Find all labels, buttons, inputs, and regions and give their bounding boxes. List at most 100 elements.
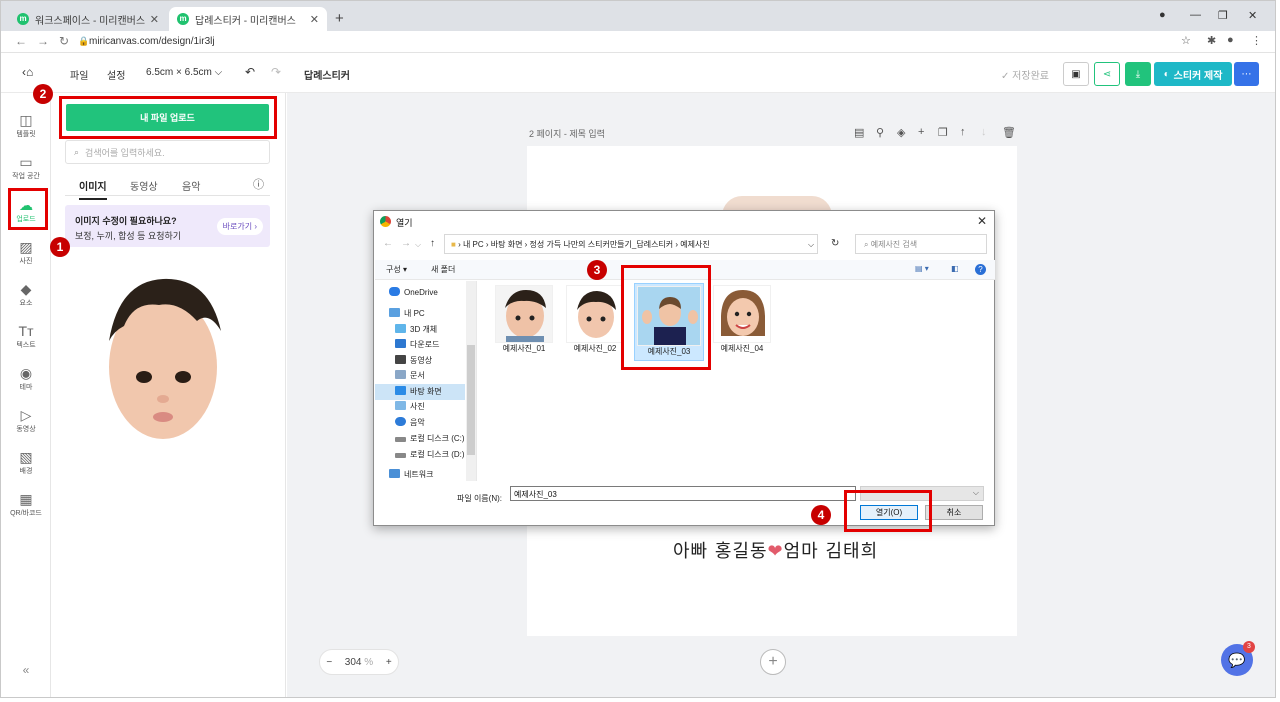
page-up-icon[interactable]: ↑ (960, 126, 966, 138)
collapse-sidebar-icon[interactable]: « (1, 663, 51, 677)
page-title[interactable]: 2 페이지 - 제목 입력 (529, 127, 605, 140)
sidebar-item-workspace[interactable]: ▭ 작업 공간 (1, 153, 51, 181)
preview-pane-icon[interactable]: ◧ (951, 264, 959, 273)
help-icon[interactable]: ? (975, 264, 986, 275)
tab-video[interactable]: 동영상 (130, 178, 158, 193)
zoom-level[interactable]: 304 % (345, 657, 373, 668)
tree-item-documents[interactable]: 문서 (395, 370, 425, 381)
file-menu[interactable]: 파일 (70, 67, 88, 82)
zoom-out-icon[interactable]: − (326, 657, 332, 668)
tree-item-pictures[interactable]: 사진 (395, 401, 425, 412)
scrollbar-thumb[interactable] (467, 345, 475, 455)
home-icon[interactable]: ‹⌂ (22, 65, 33, 79)
page-add-icon[interactable]: + (918, 126, 924, 138)
sidebar-item-video[interactable]: ▷ 동영상 (1, 406, 51, 434)
breadcrumb-item[interactable]: 예제사진 (680, 240, 709, 249)
organize-button[interactable]: 구성 ▾ (386, 264, 407, 275)
new-folder-button[interactable]: 새 폴더 (431, 264, 455, 275)
tree-item-music[interactable]: 음악 (395, 417, 425, 428)
view-options-icon[interactable]: ▤ ▾ (915, 264, 929, 273)
sidebar-item-qr[interactable]: ▦ QR/바코드 (1, 490, 51, 518)
back-icon[interactable]: ← (15, 34, 27, 48)
documents-icon (395, 370, 406, 379)
window-close-icon[interactable]: ✕ (1248, 9, 1257, 22)
page-copy-icon[interactable]: ❐ (938, 126, 948, 139)
settings-menu[interactable]: 설정 (107, 67, 125, 82)
tree-item-onedrive[interactable]: OneDrive (389, 287, 438, 297)
sidebar-item-template[interactable]: ◫ 템플릿 (1, 111, 51, 139)
new-tab-icon[interactable]: + (335, 10, 344, 27)
file-item[interactable]: 예제사진_02 (563, 285, 627, 359)
browser-tab-sticker[interactable]: m 답례스티커 - 미리캔버스 ✕ (169, 7, 327, 31)
cancel-button[interactable]: 취소 (925, 505, 983, 520)
profile-menu-icon[interactable]: ● (1159, 9, 1166, 21)
undo-icon[interactable]: ↶ (245, 65, 255, 79)
sidebar-item-text[interactable]: Tт 텍스트 (1, 322, 51, 350)
add-page-button[interactable]: + (760, 649, 786, 675)
zoom-in-icon[interactable]: + (386, 657, 392, 668)
dialog-recent-icon[interactable]: ⌵ (415, 240, 421, 250)
dialog-forward-icon[interactable]: → (401, 238, 411, 249)
chat-button[interactable]: 💬 3 (1221, 641, 1255, 676)
tree-item-disk-d[interactable]: 로컬 디스크 (D:) (395, 449, 465, 460)
restore-icon[interactable]: ❐ (1218, 9, 1228, 22)
save-icon[interactable]: ▣ (1063, 62, 1089, 86)
forward-icon[interactable]: → (37, 34, 49, 48)
redo-icon[interactable]: ↷ (271, 65, 281, 79)
page-fill-icon[interactable]: ◈ (897, 126, 905, 139)
tree-item-desktop[interactable]: 바탕 화면 (395, 386, 442, 397)
tree-item-mypc[interactable]: 내 PC (389, 308, 425, 319)
breadcrumb-item[interactable]: 바탕 화면 (491, 240, 523, 249)
page-magic-icon[interactable]: ⚲ (876, 126, 884, 139)
sidebar-item-theme[interactable]: ◉ 테마 (1, 364, 51, 392)
info-icon[interactable]: ⓘ (253, 176, 264, 192)
file-item[interactable]: 예제사진_04 (710, 285, 774, 359)
extensions-icon[interactable]: ✱ (1207, 34, 1216, 47)
minimize-icon[interactable]: — (1190, 9, 1201, 21)
breadcrumb-item[interactable]: 정성 가득 나만의 스티커만들기_답례스티커 (530, 240, 674, 249)
dialog-path-dropdown-icon[interactable]: ⌵ (808, 240, 814, 250)
bookmark-star-icon[interactable]: ☆ (1181, 34, 1191, 47)
tree-item-videos[interactable]: 동영상 (395, 355, 432, 366)
page-down-icon[interactable]: ↓ (981, 126, 987, 138)
tab-image[interactable]: 이미지 (79, 178, 107, 200)
dialog-breadcrumb[interactable]: ■ › 내 PC › 바탕 화면 › 정성 가득 나만의 스티커만들기_답례스티… (444, 234, 818, 254)
sticker-caption[interactable]: 아빠 홍길동❤엄마 김태희 (673, 537, 878, 563)
account-icon[interactable]: ● (1227, 34, 1234, 46)
tree-item-downloads[interactable]: 다운로드 (395, 339, 439, 350)
tab-music[interactable]: 음악 (182, 178, 200, 193)
dialog-up-icon[interactable]: ↑ (430, 238, 435, 249)
tree-scrollbar[interactable] (466, 281, 476, 481)
filename-input[interactable]: 예제사진_03 (510, 486, 856, 501)
sidebar-item-background[interactable]: ▧ 배경 (1, 448, 51, 476)
size-menu[interactable]: 6.5cm × 6.5cm ⌵ (146, 67, 222, 78)
make-sticker-button[interactable]: ◐ 스티커 제작 (1154, 62, 1232, 86)
breadcrumb-item[interactable]: 내 PC (463, 240, 484, 249)
close-icon[interactable]: ✕ (310, 13, 319, 26)
search-input[interactable]: ⌕ 검색어를 입력하세요. (65, 140, 270, 164)
dialog-refresh-icon[interactable]: ↻ (831, 238, 839, 249)
sidebar-item-elements[interactable]: ◆ 요소 (1, 280, 51, 308)
sidebar-item-photo[interactable]: ▨ 사진 (1, 238, 51, 266)
doc-title[interactable]: 답례스티커 (304, 67, 350, 82)
share-icon[interactable]: ⋖ (1094, 62, 1120, 86)
background-icon: ▧ (19, 449, 33, 465)
more-icon[interactable]: ⋮ (1251, 34, 1262, 47)
browser-tab-workspace[interactable]: m 워크스페이스 - 미리캔버스 ✕ (9, 7, 167, 31)
go-now-button[interactable]: 바로가기 › (216, 218, 263, 235)
file-item[interactable]: 예제사진_01 (492, 285, 556, 359)
download-icon[interactable]: ⤓ (1125, 62, 1151, 86)
tree-item-network[interactable]: 네트워크 (389, 469, 433, 480)
reload-icon[interactable]: ↻ (59, 34, 69, 48)
more-options-icon[interactable]: ⋯ (1234, 62, 1259, 86)
page-memo-icon[interactable]: ▤ (854, 126, 864, 139)
uploaded-image-thumbnail[interactable] (99, 271, 227, 441)
url-text[interactable]: miricanvas.com/design/1ir3lj (89, 36, 215, 47)
close-icon[interactable]: ✕ (150, 13, 159, 26)
dialog-close-icon[interactable]: ✕ (977, 214, 987, 228)
tree-item-disk-c[interactable]: 로컬 디스크 (C:) (395, 433, 465, 444)
dialog-search-input[interactable]: ⌕ 예제사진 검색 (855, 234, 987, 254)
tree-item-3d[interactable]: 3D 개체 (395, 324, 437, 335)
dialog-back-icon[interactable]: ← (383, 238, 393, 249)
page-delete-icon[interactable]: 🗑 (1002, 126, 1016, 139)
